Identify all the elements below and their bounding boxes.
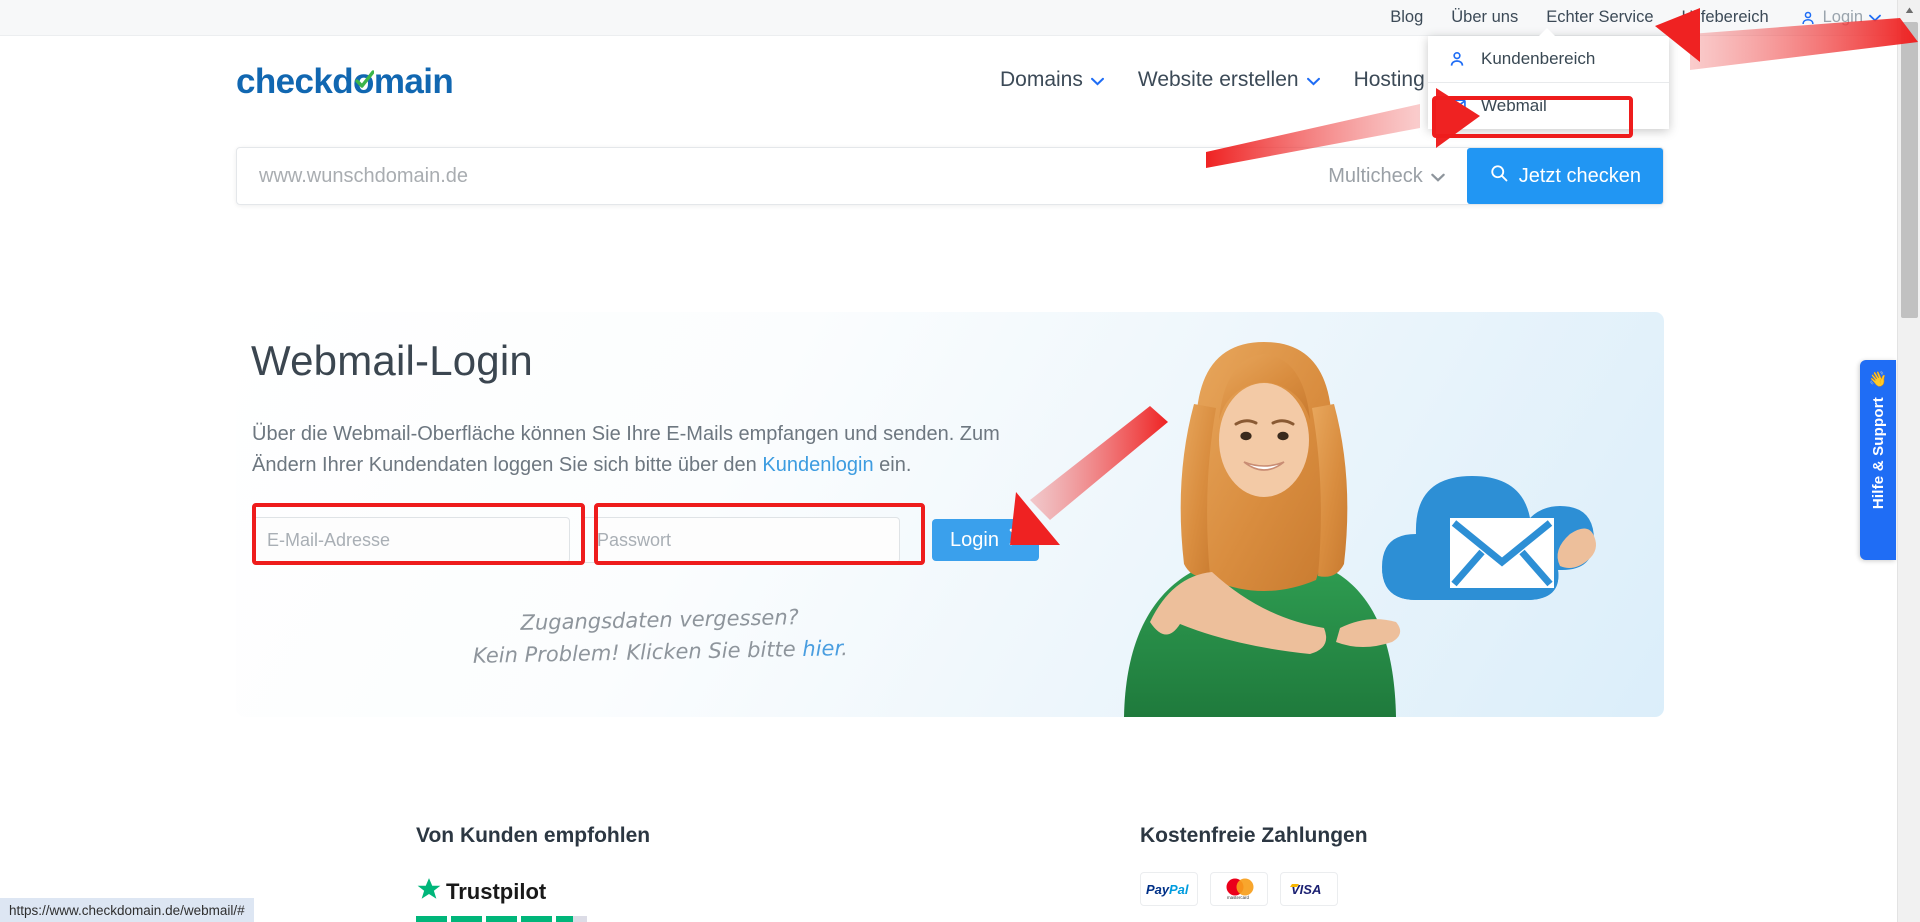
trustpilot-logo[interactable]: Trustpilot (416, 876, 650, 908)
chevron-down-icon (1430, 165, 1445, 188)
main-navigation: Domains Website erstellen Hosting (1000, 36, 1425, 124)
login-menu-label: Login (1822, 8, 1863, 26)
forgot-line-2-pre: Kein Problem! Klicken Sie bitte (472, 637, 803, 668)
help-support-tab[interactable]: 👋 Hilfe & Support (1860, 360, 1896, 560)
paypal-icon: Pay Pal (1140, 872, 1198, 906)
site-logo[interactable]: checkdo main (236, 62, 454, 102)
nav-item-domains[interactable]: Domains (1000, 68, 1104, 92)
annotation-box-email-field (252, 503, 585, 565)
dropdown-item-label: Kundenbereich (1481, 49, 1596, 68)
nav-item-label: Website erstellen (1137, 68, 1299, 91)
person-icon (1799, 9, 1817, 27)
browser-page: Blog Über uns Echter Service Hilfebereic… (0, 0, 1920, 922)
hero-description: Über die Webmail-Oberfläche können Sie I… (252, 419, 1052, 481)
chevron-right-icon (1009, 528, 1021, 552)
search-icon (1489, 163, 1509, 189)
waving-hand-icon: 👋 (1868, 371, 1888, 388)
domain-search-bar: Multicheck Jetzt checken (236, 147, 1664, 205)
status-bar-url-text: https://www.checkdomain.de/webmail/# (9, 902, 245, 918)
logo-check-icon: o (353, 62, 374, 101)
login-menu-button[interactable]: Login (1799, 8, 1881, 27)
trust-heading: Von Kunden empfohlen (416, 824, 651, 847)
svg-text:mastercard: mastercard (1227, 895, 1250, 900)
payments-section: Kostenfreie Zahlungen Pay Pal mastercard… (1140, 824, 1368, 906)
check-domain-label: Jetzt checken (1518, 164, 1641, 187)
trustpilot-label: Trustpilot (446, 879, 547, 904)
login-submit-button[interactable]: Login (932, 519, 1039, 561)
topbar-link-hilfebereich[interactable]: Hilfebereich (1682, 8, 1769, 27)
rating-bar (416, 916, 447, 922)
topbar-link-ueber-uns[interactable]: Über uns (1451, 8, 1518, 27)
chevron-down-icon (1869, 14, 1881, 22)
check-domain-button[interactable]: Jetzt checken (1466, 148, 1663, 204)
visa-icon: VISA (1280, 872, 1338, 906)
kundenlogin-link[interactable]: Kundenlogin (762, 454, 873, 476)
svg-text:Pal: Pal (1169, 882, 1189, 897)
logo-text: checkdo main (236, 62, 454, 101)
top-utility-bar: Blog Über uns Echter Service Hilfebereic… (0, 0, 1897, 36)
topbar-link-blog[interactable]: Blog (1390, 8, 1423, 27)
rating-bar (451, 916, 482, 922)
login-submit-label: Login (950, 528, 999, 551)
rating-bar (521, 916, 552, 922)
trustpilot-rating-bars (416, 916, 650, 922)
hero-illustration (1064, 312, 1664, 717)
hero-description-part2: ein. (873, 454, 912, 476)
forgot-line-2-post: . (840, 636, 849, 661)
trust-section: Von Kunden empfohlen Trustpilot (416, 824, 650, 922)
nav-item-hosting[interactable]: Hosting (1354, 68, 1425, 92)
multicheck-label: Multicheck (1328, 164, 1423, 187)
scroll-up-arrow[interactable] (1898, 0, 1920, 20)
nav-item-website-erstellen[interactable]: Website erstellen (1138, 68, 1320, 92)
search-input[interactable] (237, 148, 1329, 204)
payment-methods-row: Pay Pal mastercard VISA (1140, 872, 1368, 906)
person-icon (1447, 49, 1467, 69)
star-icon (416, 876, 442, 908)
scrollbar-thumb[interactable] (1901, 22, 1918, 318)
topbar-link-echter-service[interactable]: Echter Service (1546, 8, 1653, 27)
chevron-down-icon (1306, 68, 1320, 92)
rating-bar-partial (556, 916, 587, 922)
help-support-label: Hilfe & Support (1869, 397, 1887, 510)
annotation-box-webmail (1432, 96, 1633, 138)
multicheck-dropdown[interactable]: Multicheck (1328, 165, 1466, 188)
mastercard-icon: mastercard (1210, 872, 1268, 906)
forgot-credentials-note: Zugangsdaten vergessen? Kein Problem! Kl… (379, 598, 940, 674)
nav-item-label: Domains (1000, 68, 1083, 91)
payments-heading: Kostenfreie Zahlungen (1140, 824, 1368, 847)
page-title: Webmail-Login (251, 337, 533, 384)
forgot-password-link[interactable]: hier (802, 636, 841, 661)
annotation-box-password-field (594, 503, 925, 565)
nav-item-label: Hosting (1353, 68, 1425, 91)
svg-text:Pay: Pay (1146, 882, 1170, 897)
rating-bar (486, 916, 517, 922)
chevron-down-icon (1090, 68, 1104, 92)
dropdown-item-kundenbereich[interactable]: Kundenbereich (1428, 36, 1669, 82)
page-scrollbar[interactable] (1897, 0, 1920, 922)
status-bar-url: https://www.checkdomain.de/webmail/# (0, 898, 254, 922)
